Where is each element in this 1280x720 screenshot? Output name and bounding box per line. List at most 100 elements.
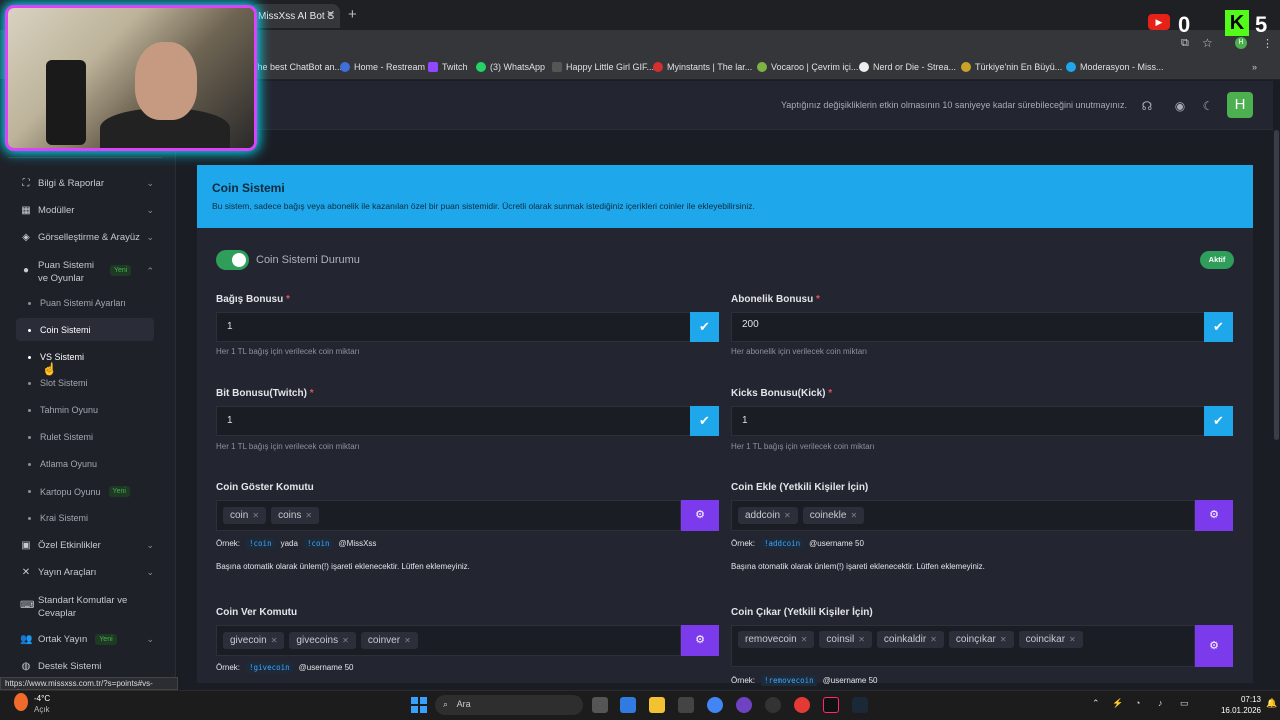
tray-chevron-icon[interactable]: ⌃: [1092, 698, 1100, 709]
sidebar-subitem[interactable]: VS Sistemi: [28, 352, 84, 362]
sidebar-item-ortak[interactable]: 👥 Ortak Yayın Yeni ⌄: [0, 634, 170, 645]
command-tag[interactable]: givecoin ✕: [223, 632, 285, 649]
goster-settings-button[interactable]: ⚙: [681, 500, 719, 531]
command-tag[interactable]: coincikar ✕: [1018, 631, 1083, 648]
sidebar-subitem[interactable]: Rulet Sistemi: [28, 432, 93, 442]
network-icon[interactable]: ⚡: [1112, 698, 1123, 709]
kicks-save-button[interactable]: ✔: [1204, 406, 1233, 436]
ekle-settings-button[interactable]: ⚙: [1195, 500, 1233, 531]
notification-icon[interactable]: 🔔: [1266, 698, 1277, 709]
bookmark-item[interactable]: (3) WhatsApp: [476, 62, 545, 72]
remove-tag-icon[interactable]: ✕: [1069, 635, 1076, 644]
store-icon[interactable]: [620, 697, 636, 713]
command-tag[interactable]: coinekle ✕: [802, 507, 865, 524]
taskbar-date[interactable]: 16.01.2026: [1219, 706, 1261, 715]
command-tag[interactable]: coinkaldir ✕: [876, 631, 944, 648]
bit-input[interactable]: 1: [216, 406, 691, 436]
app-icon[interactable]: [678, 697, 694, 713]
ver-tag-input[interactable]: givecoin ✕ givecoins ✕ coinver ✕: [216, 625, 681, 656]
remove-tag-icon[interactable]: ✕: [930, 635, 937, 644]
volume-icon[interactable]: ♪: [1158, 698, 1163, 708]
profile-icon[interactable]: H: [1235, 37, 1247, 49]
command-tag[interactable]: removecoin ✕: [738, 631, 815, 648]
cikar-settings-button[interactable]: ⚙: [1195, 625, 1233, 667]
weather-desc[interactable]: Açık: [34, 705, 50, 714]
taskbar-time[interactable]: 07:13: [1219, 695, 1261, 704]
bagis-save-button[interactable]: ✔: [690, 312, 719, 342]
remove-tag-icon[interactable]: ✕: [850, 511, 857, 520]
wifi-icon[interactable]: ◔: [1135, 698, 1140, 708]
close-tab-icon[interactable]: ✕: [326, 8, 335, 21]
ver-settings-button[interactable]: ⚙: [681, 625, 719, 656]
remove-tag-icon[interactable]: ✕: [858, 635, 865, 644]
chrome-icon[interactable]: [707, 697, 723, 713]
scrollbar-thumb[interactable]: [1274, 130, 1279, 440]
abonelik-input[interactable]: 200: [731, 312, 1206, 342]
bagis-input[interactable]: 1: [216, 312, 691, 342]
sidebar-item-puan[interactable]: ● Puan Sistemi ve Oyunlar Yeni ⌃: [0, 259, 170, 285]
bookmark-item[interactable]: The best ChatBot an...: [252, 62, 342, 72]
bit-save-button[interactable]: ✔: [690, 406, 719, 436]
bookmark-item[interactable]: Türkiye'nin En Büyü...: [961, 62, 1062, 72]
abonelik-save-button[interactable]: ✔: [1204, 312, 1233, 342]
remove-tag-icon[interactable]: ✕: [784, 511, 791, 520]
sidebar-item-gorsel[interactable]: ◈ Görselleştirme & Arayüz ⌄: [0, 232, 170, 243]
sidebar-subitem[interactable]: Kartopu Oyunu Yeni: [28, 486, 130, 497]
opera-icon[interactable]: [794, 697, 810, 713]
remove-tag-icon[interactable]: ✕: [342, 636, 349, 645]
windows-start-icon[interactable]: [411, 697, 427, 713]
sidebar-subitem-active[interactable]: Coin Sistemi: [28, 325, 91, 335]
sidebar-subitem[interactable]: Atlama Oyunu: [28, 459, 97, 469]
sidebar-subitem[interactable]: Krai Sistemi: [28, 513, 88, 523]
remove-tag-icon[interactable]: ✕: [404, 636, 411, 645]
menu-icon[interactable]: ⋮: [1262, 37, 1273, 50]
remove-tag-icon[interactable]: ✕: [305, 511, 312, 520]
sidebar-subitem[interactable]: Tahmin Oyunu: [28, 405, 98, 415]
weather-temp[interactable]: -4°C: [34, 694, 50, 703]
sidebar-item-ozel[interactable]: ▣ Özel Etkinlikler ⌄: [0, 540, 170, 551]
steam-like-icon[interactable]: [765, 697, 781, 713]
ekle-tag-input[interactable]: addcoin ✕ coinekle ✕: [731, 500, 1195, 531]
support-headset-icon[interactable]: ☊: [1140, 99, 1154, 113]
sidebar-item-standart[interactable]: ⌨ Standart Komutlar ve Cevaplar: [0, 594, 170, 620]
command-tag[interactable]: coinver ✕: [360, 632, 418, 649]
new-tab-icon[interactable]: +: [348, 6, 357, 23]
command-tag[interactable]: coins ✕: [271, 507, 320, 524]
sidebar-item-destek[interactable]: ◍ Destek Sistemi: [0, 661, 170, 672]
remove-tag-icon[interactable]: ✕: [1000, 635, 1007, 644]
obs-icon[interactable]: [736, 697, 752, 713]
taskbar-search[interactable]: ⌕ Ara: [435, 695, 583, 715]
remove-tag-icon[interactable]: ✕: [271, 636, 278, 645]
command-tag[interactable]: coinçıkar ✕: [948, 631, 1014, 648]
bookmark-item[interactable]: Home - Restream: [340, 62, 425, 72]
bookmark-item[interactable]: Nerd or Die - Strea...: [859, 62, 956, 72]
folder-icon[interactable]: [649, 697, 665, 713]
tiktok-icon[interactable]: [823, 697, 839, 713]
remove-tag-icon[interactable]: ✕: [252, 511, 259, 520]
coin-system-toggle[interactable]: [216, 250, 249, 270]
bookmark-item[interactable]: Myinstants | The lar...: [653, 62, 752, 72]
more-bookmarks-icon[interactable]: »: [1252, 62, 1257, 72]
command-tag[interactable]: givecoins ✕: [289, 632, 356, 649]
moon-icon[interactable]: ☾: [1201, 99, 1215, 113]
discord-icon[interactable]: ◉: [1173, 99, 1187, 113]
bookmark-item[interactable]: Happy Little Girl GIF...: [552, 62, 654, 72]
kicks-input[interactable]: 1: [731, 406, 1206, 436]
sidebar-subitem[interactable]: Slot Sistemi: [28, 378, 88, 388]
command-tag[interactable]: coinsil ✕: [819, 631, 872, 648]
bookmark-item[interactable]: Vocaroo | Çevrim içi...: [757, 62, 858, 72]
star-icon[interactable]: ☆: [1202, 36, 1213, 50]
install-icon[interactable]: ⧉: [1181, 37, 1189, 50]
goster-tag-input[interactable]: coin ✕ coins ✕: [216, 500, 681, 531]
steam-icon[interactable]: [852, 697, 868, 713]
command-tag[interactable]: addcoin ✕: [738, 507, 798, 524]
cikar-tag-input[interactable]: removecoin ✕ coinsil ✕ coinkaldir ✕ coinçık…: [731, 625, 1195, 667]
avatar[interactable]: H: [1227, 92, 1253, 118]
command-tag[interactable]: coin ✕: [223, 507, 267, 524]
sidebar-item-bilgi[interactable]: ⛶ Bilgi & Raporlar ⌄: [0, 178, 170, 189]
bookmark-item[interactable]: Twitch: [428, 62, 468, 72]
bookmark-item[interactable]: Moderasyon - Miss...: [1066, 62, 1164, 72]
battery-icon[interactable]: ▭: [1180, 698, 1189, 709]
sidebar-subitem[interactable]: Puan Sistemi Ayarları: [28, 298, 126, 308]
task-view-icon[interactable]: [592, 697, 608, 713]
